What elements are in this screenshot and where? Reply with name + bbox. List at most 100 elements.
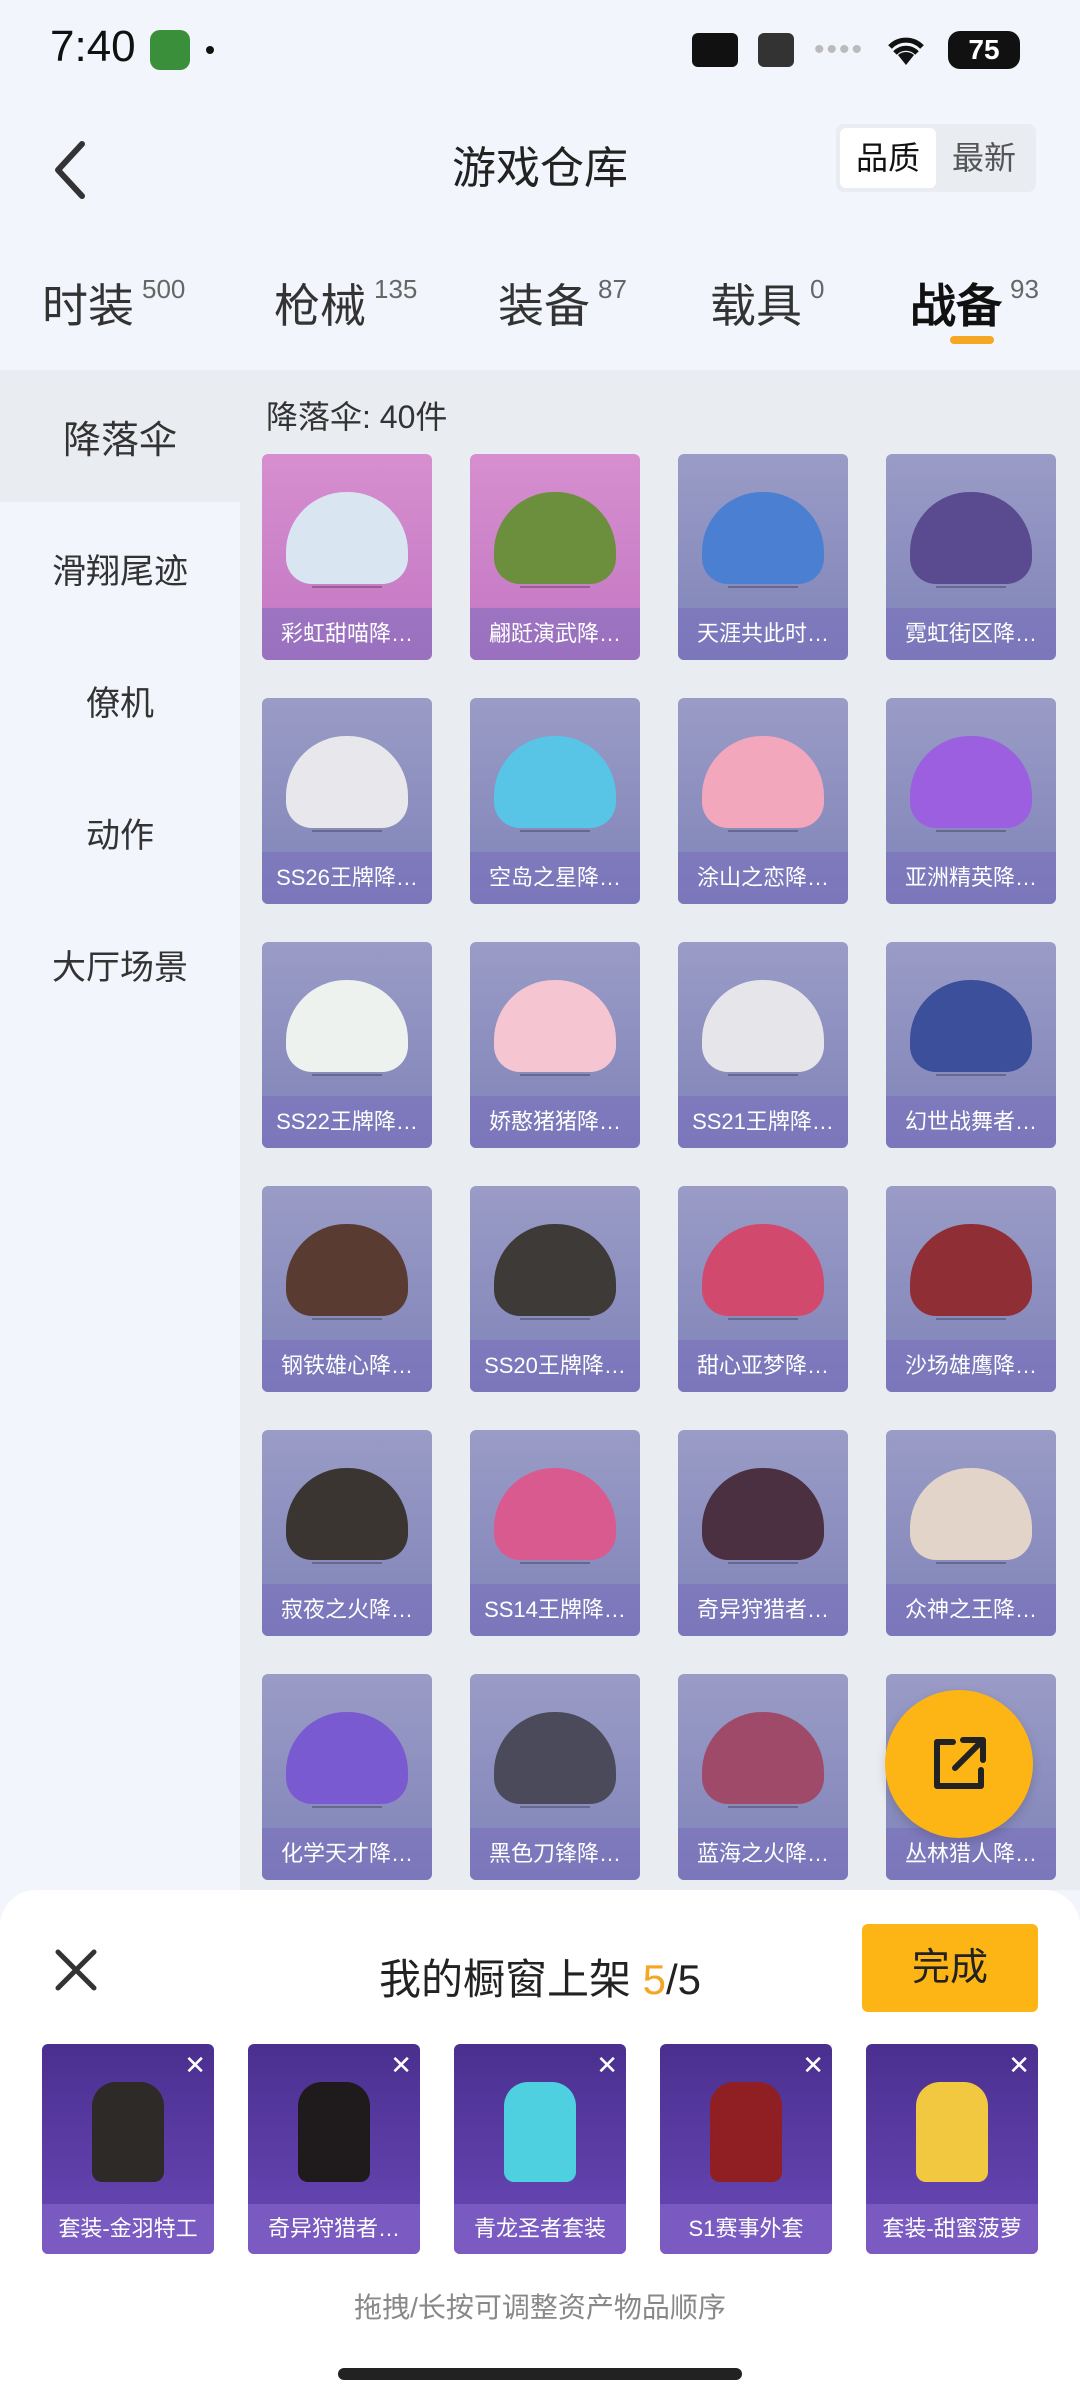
parachute-image	[910, 492, 1032, 584]
outfit-image	[504, 2082, 576, 2182]
tab-equipment[interactable]: 装备 87	[498, 270, 627, 336]
item-label: 娇憨猪猪降…	[470, 1096, 640, 1148]
parachute-lines	[728, 818, 798, 832]
sidebar-item-wingman[interactable]: 僚机	[0, 634, 240, 766]
item-card[interactable]: 沙场雄鹰降…	[886, 1186, 1056, 1392]
item-card[interactable]: 天涯共此时…	[678, 454, 848, 660]
showcase-shelf: ✕ 套装-金羽特工 ✕ 奇异狩猎者… ✕ 青龙圣者套装 ✕ S1赛事外套 ✕ 套装-甜蜜菠萝	[42, 2044, 1042, 2254]
item-card[interactable]: SS22王牌降…	[262, 942, 432, 1148]
item-label: 钢铁雄心降…	[262, 1340, 432, 1392]
item-card[interactable]: SS20王牌降…	[470, 1186, 640, 1392]
item-card[interactable]: 甜心亚梦降…	[678, 1186, 848, 1392]
tab-label: 时装	[42, 280, 134, 332]
parachute-image	[286, 1224, 408, 1316]
remove-icon[interactable]: ✕	[390, 2052, 412, 2078]
tab-readiness[interactable]: 战备 93	[910, 270, 1039, 336]
battery-icon: 75	[948, 31, 1020, 69]
showcase-slot[interactable]: ✕ 青龙圣者套装	[454, 2044, 626, 2254]
tab-count: 500	[142, 274, 186, 304]
parachute-lines	[312, 1550, 382, 1564]
parachute-lines	[312, 574, 382, 588]
sidebar-item-glide-trail[interactable]: 滑翔尾迹	[0, 502, 240, 634]
item-card[interactable]: 幻世战舞者…	[886, 942, 1056, 1148]
slot-label: 套装-金羽特工	[42, 2204, 214, 2254]
item-card[interactable]: 寂夜之火降…	[262, 1430, 432, 1636]
item-card[interactable]: SS14王牌降…	[470, 1430, 640, 1636]
item-label: 甜心亚梦降…	[678, 1340, 848, 1392]
parachute-image	[910, 980, 1032, 1072]
item-card[interactable]: 涂山之恋降…	[678, 698, 848, 904]
sort-option-latest[interactable]: 最新	[936, 128, 1032, 188]
item-card[interactable]: 化学天才降…	[262, 1674, 432, 1880]
item-label: 奇异狩猎者…	[678, 1584, 848, 1636]
parachute-image	[286, 736, 408, 828]
item-label: 幻世战舞者…	[886, 1096, 1056, 1148]
parachute-image	[494, 1224, 616, 1316]
item-label: SS20王牌降…	[470, 1340, 640, 1392]
showcase-sheet: 我的橱窗上架 5/5 完成 ✕ 套装-金羽特工 ✕ 奇异狩猎者… ✕ 青龙圣者套装 ✕ S1赛…	[0, 1890, 1080, 2400]
reorder-hint: 拖拽/长按可调整资产物品顺序	[354, 2292, 726, 2323]
sort-toggle: 品质 最新	[835, 124, 1036, 192]
slot-label: S1赛事外套	[660, 2204, 832, 2254]
item-card[interactable]: 黑色刀锋降…	[470, 1674, 640, 1880]
sidebar-item-lobby-scene[interactable]: 大厅场景	[0, 898, 240, 1030]
remove-icon[interactable]: ✕	[802, 2052, 824, 2078]
parachute-image	[494, 1468, 616, 1560]
item-card[interactable]: 奇异狩猎者…	[678, 1430, 848, 1636]
item-label: 沙场雄鹰降…	[886, 1340, 1056, 1392]
item-card[interactable]: SS26王牌降…	[262, 698, 432, 904]
item-card[interactable]: 空岛之星降…	[470, 698, 640, 904]
parachute-image	[286, 1712, 408, 1804]
item-card[interactable]: 众神之王降…	[886, 1430, 1056, 1636]
parachute-lines	[520, 1794, 590, 1808]
remove-icon[interactable]: ✕	[184, 2052, 206, 2078]
parachute-lines	[936, 1550, 1006, 1564]
parachute-image	[702, 1712, 824, 1804]
outfit-image	[710, 2082, 782, 2182]
showcase-slot[interactable]: ✕ 套装-金羽特工	[42, 2044, 214, 2254]
item-card[interactable]: 亚洲精英降…	[886, 698, 1056, 904]
home-indicator[interactable]	[338, 2368, 742, 2380]
outfit-image	[298, 2082, 370, 2182]
item-card[interactable]: 钢铁雄心降…	[262, 1186, 432, 1392]
parachute-image	[702, 492, 824, 584]
showcase-slot[interactable]: ✕ 套装-甜蜜菠萝	[866, 2044, 1038, 2254]
parachute-lines	[936, 1306, 1006, 1320]
done-button[interactable]: 完成	[862, 1924, 1038, 2012]
parachute-image	[910, 1468, 1032, 1560]
status-bar: 7:40 •••• 75	[0, 0, 1080, 100]
item-card[interactable]: 霓虹街区降…	[886, 454, 1056, 660]
tab-fashion[interactable]: 时装 500	[42, 270, 185, 336]
item-label: 霓虹街区降…	[886, 608, 1056, 660]
item-label: 翩跹演武降…	[470, 608, 640, 660]
tab-vehicles[interactable]: 载具 0	[710, 270, 824, 336]
remove-icon[interactable]: ✕	[1008, 2052, 1030, 2078]
slot-label: 套装-甜蜜菠萝	[866, 2204, 1038, 2254]
item-card[interactable]: 翩跹演武降…	[470, 454, 640, 660]
item-label: SS14王牌降…	[470, 1584, 640, 1636]
item-label: 天涯共此时…	[678, 608, 848, 660]
sidebar-item-emote[interactable]: 动作	[0, 766, 240, 898]
parachute-image	[910, 736, 1032, 828]
item-card[interactable]: 蓝海之火降…	[678, 1674, 848, 1880]
tab-count: 0	[810, 274, 825, 304]
parachute-lines	[520, 1306, 590, 1320]
tab-count: 87	[598, 274, 627, 304]
item-card[interactable]: 彩虹甜喵降…	[262, 454, 432, 660]
parachute-image	[494, 1712, 616, 1804]
item-card[interactable]: 娇憨猪猪降…	[470, 942, 640, 1148]
parachute-image	[286, 492, 408, 584]
slot-label: 奇异狩猎者…	[248, 2204, 420, 2254]
parachute-lines	[520, 1062, 590, 1076]
sort-option-quality[interactable]: 品质	[839, 128, 936, 188]
item-label: 众神之王降…	[886, 1584, 1056, 1636]
status-time: 7:40	[50, 22, 136, 71]
item-label: SS21王牌降…	[678, 1096, 848, 1148]
tab-weapons[interactable]: 枪械 135	[274, 270, 417, 336]
showcase-slot[interactable]: ✕ 奇异狩猎者…	[248, 2044, 420, 2254]
remove-icon[interactable]: ✕	[596, 2052, 618, 2078]
showcase-slot[interactable]: ✕ S1赛事外套	[660, 2044, 832, 2254]
item-card[interactable]: SS21王牌降…	[678, 942, 848, 1148]
sidebar-item-parachute[interactable]: 降落伞	[0, 370, 240, 502]
share-button[interactable]	[885, 1690, 1033, 1838]
